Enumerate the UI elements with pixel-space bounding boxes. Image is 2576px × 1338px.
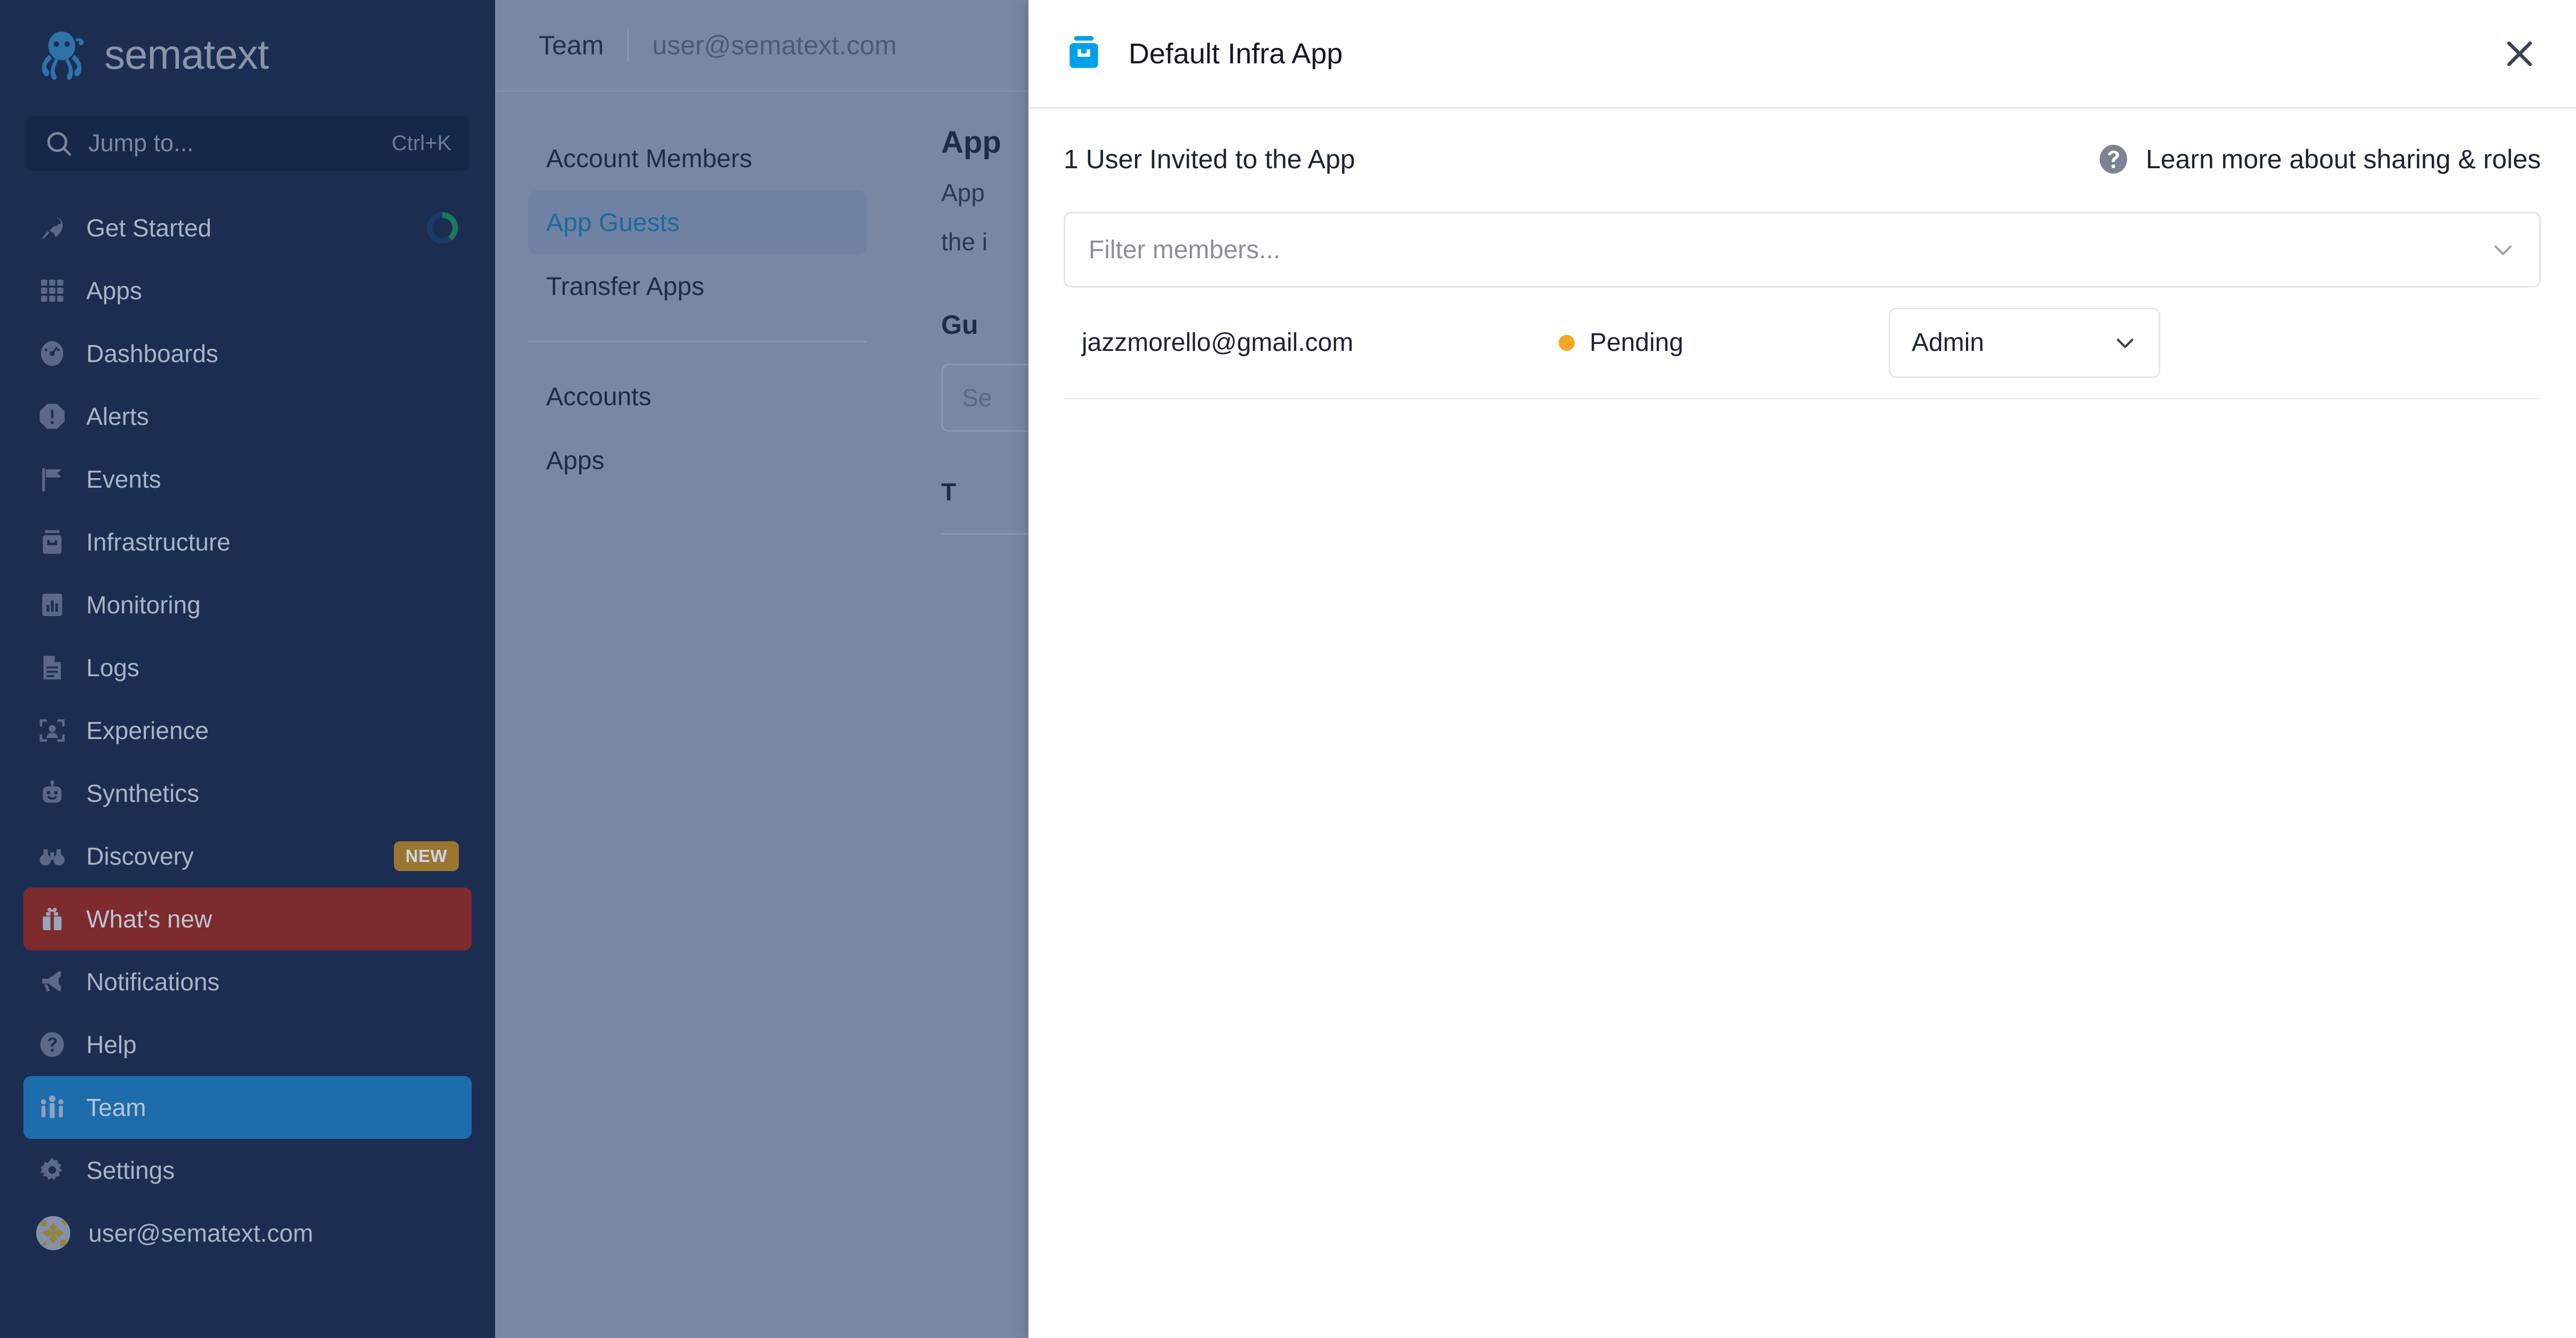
avatar	[36, 1216, 70, 1250]
sidebar-item-label: Settings	[86, 1156, 175, 1184]
sidebar-item-dashboards[interactable]: Dashboards	[23, 322, 472, 385]
document-icon	[36, 652, 68, 684]
breadcrumb-divider	[627, 29, 629, 62]
sidebar-item-label: Synthetics	[86, 779, 200, 807]
gift-icon	[36, 903, 68, 935]
search-icon	[44, 128, 73, 158]
sidebar-item-label: Get Started	[86, 214, 212, 242]
sidebar-item-events[interactable]: Events	[23, 448, 472, 511]
sidebar-item-help[interactable]: Help	[23, 1013, 472, 1076]
binoculars-icon	[36, 840, 68, 872]
server-icon	[36, 526, 68, 558]
search-placeholder: Jump to...	[88, 129, 194, 157]
invited-count-label: 1 User Invited to the App	[1064, 144, 1355, 174]
subnav-item-app-guests[interactable]: App Guests	[528, 191, 867, 255]
table-row: jazzmorello@gmail.com Pending Admin	[1064, 288, 2541, 399]
team-icon	[36, 1091, 68, 1123]
subnav-item-account-members[interactable]: Account Members	[528, 127, 867, 191]
filter-placeholder: Filter members...	[1089, 235, 1281, 264]
question-circle-icon	[36, 1029, 68, 1061]
alert-octagon-icon	[36, 400, 68, 432]
learn-more-label: Learn more about sharing & roles	[2145, 144, 2541, 174]
sidebar-account-email: user@sematext.com	[88, 1219, 314, 1247]
learn-more-link[interactable]: Learn more about sharing & roles	[2097, 143, 2541, 176]
invited-summary-row: 1 User Invited to the App Learn more abo…	[1064, 109, 2541, 210]
sidebar-item-label: Events	[86, 465, 161, 493]
sidebar-item-notifications[interactable]: Notifications	[23, 950, 472, 1013]
breadcrumb-main[interactable]: Team	[539, 30, 604, 61]
sidebar-item-label: What's new	[86, 905, 212, 933]
sidebar-item-label: Apps	[86, 277, 142, 305]
sidebar-item-experience[interactable]: Experience	[23, 699, 472, 762]
subnav-item-accounts[interactable]: Accounts	[528, 365, 867, 429]
sidebar-item-label: Monitoring	[86, 591, 201, 619]
search-shortcut: Ctrl+K	[391, 131, 451, 155]
onboarding-progress-ring	[426, 211, 459, 244]
grid-icon	[36, 275, 68, 307]
sidebar-item-label: Experience	[86, 717, 209, 744]
role-value: Admin	[1912, 329, 1985, 357]
filter-members-input[interactable]: Filter members...	[1064, 212, 2541, 288]
sidebar-item-apps[interactable]: Apps	[23, 259, 472, 322]
sidebar-item-label: Alerts	[86, 403, 149, 430]
search-input[interactable]: Jump to... Ctrl+K	[26, 116, 470, 171]
close-icon[interactable]	[2494, 28, 2545, 79]
chevron-down-icon	[2490, 237, 2516, 262]
drawer-title: Default Infra App	[1129, 37, 1343, 70]
member-email: jazzmorello@gmail.com	[1082, 329, 1354, 357]
bar-chart-icon	[36, 589, 68, 621]
status-label: Pending	[1590, 329, 1684, 357]
status-badge: Pending	[1559, 328, 1889, 357]
user-scan-icon	[36, 715, 68, 746]
sidebar-item-team[interactable]: Team	[23, 1076, 472, 1139]
settings-subnav: Account Members App Guests Transfer Apps…	[495, 92, 900, 535]
sidebar-item-get-started[interactable]: Get Started	[23, 196, 472, 259]
sidebar-item-label: Team	[86, 1094, 146, 1121]
chevron-down-icon	[2113, 331, 2137, 355]
subnav-divider	[528, 341, 867, 342]
subnav-item-apps[interactable]: Apps	[528, 429, 867, 492]
drawer-header: Default Infra App	[1028, 0, 2576, 109]
sidebar-item-discovery[interactable]: Discovery NEW	[23, 825, 472, 888]
sidebar-item-settings[interactable]: Settings	[23, 1139, 472, 1202]
sidebar-item-synthetics[interactable]: Synthetics	[23, 762, 472, 825]
primary-sidebar: sematext Jump to... Ctrl+K Get Started A…	[0, 0, 495, 1338]
drawer-body: 1 User Invited to the App Learn more abo…	[1028, 109, 2576, 399]
sidebar-item-label: Logs	[86, 654, 139, 682]
status-dot-icon	[1559, 334, 1575, 351]
role-select[interactable]: Admin	[1889, 307, 2160, 378]
robot-icon	[36, 777, 68, 809]
gear-icon	[36, 1154, 68, 1186]
sematext-octopus-logo	[33, 26, 90, 84]
sidebar-item-alerts[interactable]: Alerts	[23, 385, 472, 448]
app-guests-drawer: Default Infra App 1 User Invited to the …	[1028, 0, 2576, 1338]
sidebar-item-monitoring[interactable]: Monitoring	[23, 573, 472, 636]
rocket-icon	[36, 212, 68, 244]
flag-icon	[36, 463, 68, 495]
sidebar-item-label: Notifications	[86, 968, 220, 996]
subnav-item-transfer-apps[interactable]: Transfer Apps	[528, 255, 867, 318]
megaphone-icon	[36, 966, 68, 998]
sidebar-nav: Get Started Apps Dashboards Alerts Event…	[0, 196, 495, 1265]
sidebar-item-label: Discovery	[86, 842, 194, 870]
sidebar-item-label: Infrastructure	[86, 528, 231, 556]
sidebar-item-label: Dashboards	[86, 340, 219, 367]
sidebar-account[interactable]: user@sematext.com	[23, 1202, 472, 1265]
inbox-icon	[1063, 32, 1105, 75]
sidebar-item-label: Help	[86, 1031, 137, 1058]
status-badge: NEW	[393, 841, 459, 871]
brand-name: sematext	[104, 31, 269, 78]
brand[interactable]: sematext	[0, 0, 495, 109]
sidebar-item-whats-new[interactable]: What's new	[23, 888, 472, 950]
sidebar-item-infrastructure[interactable]: Infrastructure	[23, 511, 472, 573]
gauge-icon	[36, 338, 68, 370]
question-circle-icon	[2097, 143, 2130, 176]
sidebar-item-logs[interactable]: Logs	[23, 636, 472, 699]
breadcrumb-account[interactable]: user@sematext.com	[652, 30, 896, 61]
